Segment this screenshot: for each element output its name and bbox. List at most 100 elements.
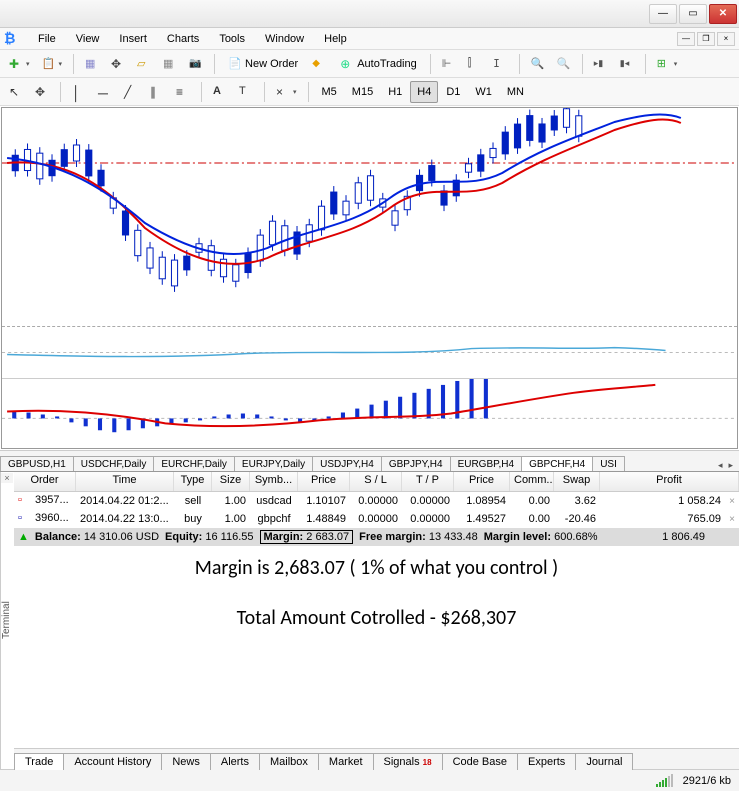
bar-chart-button[interactable]	[437, 53, 461, 75]
mdi-close-button[interactable]: ×	[717, 32, 735, 46]
menu-charts[interactable]: Charts	[157, 31, 209, 47]
trendline-button[interactable]	[119, 81, 143, 103]
market-watch-button[interactable]	[80, 53, 104, 75]
terminal-tab-alerts[interactable]: Alerts	[210, 753, 260, 770]
profiles-button[interactable]: ▾	[37, 53, 68, 75]
screenshot-button[interactable]	[184, 53, 208, 75]
col-symbol[interactable]: Symb...	[250, 472, 298, 491]
navigator-button[interactable]	[132, 53, 156, 75]
col-sl[interactable]: S / L	[350, 472, 402, 491]
trade-row[interactable]: 3957...2014.04.22 01:2...sell1.00usdcad1…	[14, 492, 739, 510]
chart-shift-button[interactable]	[615, 53, 639, 75]
col-swap[interactable]: Swap	[554, 472, 600, 491]
col-commission[interactable]: Comm...	[510, 472, 554, 491]
col-tp[interactable]: T / P	[402, 472, 454, 491]
new-order-button[interactable]: New Order	[221, 53, 305, 75]
terminal-tab-account-history[interactable]: Account History	[63, 753, 162, 770]
chart-tab[interactable]: EURJPY,Daily	[234, 456, 313, 471]
terminal-tab-experts[interactable]: Experts	[517, 753, 576, 770]
crosshair-tool-icon	[35, 85, 49, 99]
zoom-in-button[interactable]	[526, 53, 550, 75]
menu-insert[interactable]: Insert	[109, 31, 157, 47]
terminal-tab-code-base[interactable]: Code Base	[442, 753, 518, 770]
label-button[interactable]	[234, 81, 258, 103]
fibo-button[interactable]	[171, 81, 195, 103]
timeframe-h4[interactable]: H4	[410, 81, 438, 103]
chart-tab[interactable]: USDJPY,H4	[312, 456, 382, 471]
timeframe-m15[interactable]: M15	[345, 81, 380, 103]
timeframe-mn[interactable]: MN	[500, 81, 531, 103]
close-trade-button[interactable]: ×	[725, 495, 739, 508]
crosshair-button[interactable]	[106, 53, 130, 75]
trade-row[interactable]: 3960...2014.04.22 13:0...buy1.00gbpchf1.…	[14, 510, 739, 528]
col-order[interactable]: Order	[14, 472, 76, 491]
channel-icon	[150, 85, 164, 99]
chart-area[interactable]	[1, 107, 738, 449]
oscillator-chart[interactable]	[2, 326, 737, 378]
terminal-close-button[interactable]: ×	[1, 473, 13, 483]
line-chart-button[interactable]	[489, 53, 513, 75]
mdi-restore-button[interactable]: ❐	[697, 32, 715, 46]
plus-icon	[9, 57, 23, 71]
timeframe-w1[interactable]: W1	[468, 81, 499, 103]
timeframe-h1[interactable]: H1	[381, 81, 409, 103]
text-icon	[213, 85, 227, 99]
menu-tools[interactable]: Tools	[209, 31, 255, 47]
menu-view[interactable]: View	[66, 31, 110, 47]
chart-tab[interactable]: GBPUSD,H1	[0, 456, 74, 471]
crosshair-tool-button[interactable]	[30, 81, 54, 103]
candle-chart-button[interactable]	[463, 53, 487, 75]
col-type[interactable]: Type	[174, 472, 212, 491]
menu-file[interactable]: File	[28, 31, 66, 47]
menu-window[interactable]: Window	[255, 31, 314, 47]
arrows-button[interactable]: ▾	[271, 81, 302, 103]
window-maximize-button[interactable]	[679, 4, 707, 24]
price-chart[interactable]	[2, 108, 737, 326]
col-time[interactable]: Time	[76, 472, 174, 491]
chart-tab[interactable]: USDCHF,Daily	[73, 456, 155, 471]
timeframe-d1[interactable]: D1	[439, 81, 467, 103]
chart-tab[interactable]: GBPJPY,H4	[381, 456, 451, 471]
zoom-out-button[interactable]	[552, 53, 576, 75]
mdi-minimize-button[interactable]: —	[677, 32, 695, 46]
terminal-tab-news[interactable]: News	[161, 753, 211, 770]
margin-level-label: Margin level:	[484, 531, 551, 543]
arrows-icon	[276, 85, 290, 99]
chart-tab[interactable]: EURGBP,H4	[450, 456, 523, 471]
terminal-button[interactable]	[158, 53, 182, 75]
vline-button[interactable]	[67, 81, 91, 103]
hline-button[interactable]	[93, 81, 117, 103]
tab-scroll-right[interactable]: ▸	[726, 460, 735, 471]
terminal-tab-trade[interactable]: Trade	[14, 753, 64, 770]
col-price-current[interactable]: Price	[454, 472, 510, 491]
equity-value: 16 116.55	[205, 531, 253, 543]
terminal-tab-signals[interactable]: Signals 18	[373, 753, 443, 770]
tab-scroll-left[interactable]: ◂	[716, 460, 725, 471]
terminal-tab-journal[interactable]: Journal	[575, 753, 633, 770]
auto-scroll-button[interactable]	[589, 53, 613, 75]
window-close-button[interactable]	[709, 4, 737, 24]
col-size[interactable]: Size	[212, 472, 250, 491]
close-trade-button[interactable]: ×	[725, 513, 739, 526]
terminal-tab-mailbox[interactable]: Mailbox	[259, 753, 319, 770]
new-order-label: New Order	[245, 58, 298, 70]
chart-tab[interactable]: USI	[592, 456, 625, 471]
new-chart-button[interactable]: ▾	[4, 53, 35, 75]
col-price-open[interactable]: Price	[298, 472, 350, 491]
col-profit[interactable]: Profit	[600, 472, 739, 491]
menu-help[interactable]: Help	[314, 31, 357, 47]
timeframe-m5[interactable]: M5	[315, 81, 344, 103]
channel-button[interactable]	[145, 81, 169, 103]
chart-tab[interactable]: GBPCHF,H4	[521, 456, 593, 471]
zoom-in-icon	[531, 57, 545, 71]
cursor-button[interactable]	[4, 81, 28, 103]
auto-trading-button[interactable]: AutoTrading	[333, 53, 424, 75]
chart-tab[interactable]: EURCHF,Daily	[153, 456, 235, 471]
indicators-button[interactable]: ▾	[652, 53, 683, 75]
macd-chart[interactable]	[2, 378, 737, 448]
expert-advisor-button[interactable]	[307, 53, 331, 75]
vline-icon	[72, 85, 86, 99]
terminal-tab-market[interactable]: Market	[318, 753, 374, 770]
text-button[interactable]	[208, 81, 232, 103]
window-minimize-button[interactable]	[649, 4, 677, 24]
